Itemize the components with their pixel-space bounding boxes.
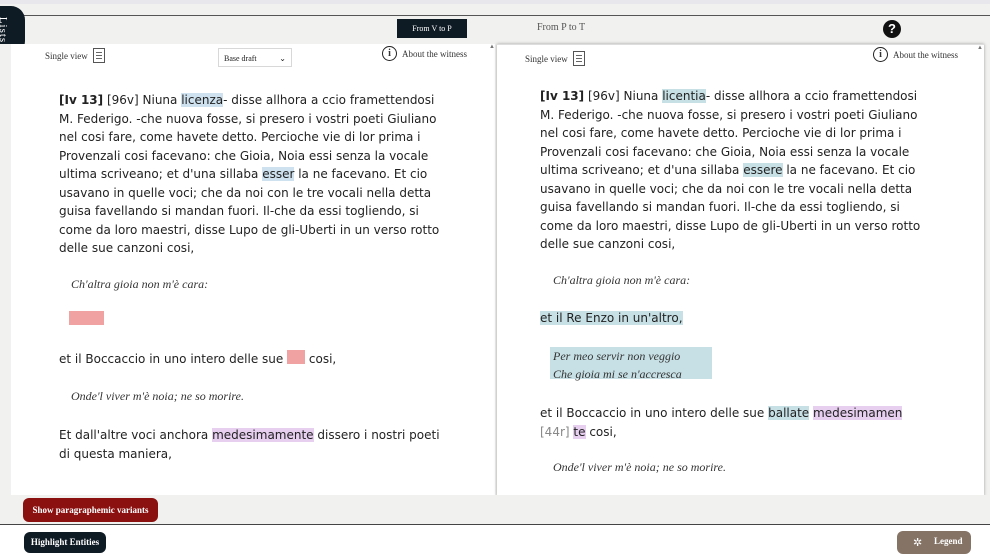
highlight-entities-button[interactable]: Highlight Entities — [24, 532, 106, 553]
variant-highlight[interactable]: medesimamente — [212, 428, 314, 442]
footer-bar — [0, 524, 990, 558]
right-witness-panel: ▲ Single view i About the witness [Iv 13… — [497, 44, 984, 496]
variant-highlight[interactable]: te — [573, 424, 586, 439]
info-icon: i — [382, 46, 397, 61]
variant-highlight[interactable]: esser — [262, 167, 295, 181]
addition-highlight[interactable]: et il Re Enzo in un'altro, — [540, 311, 683, 325]
legend-icon: ✲ — [913, 536, 923, 549]
right-gutter — [984, 44, 990, 495]
right-view-bar: Single view i About the witness — [497, 47, 984, 69]
about-witness-button[interactable]: i About the witness — [873, 47, 958, 62]
tab-from-p-to-t[interactable]: From P to T — [537, 22, 585, 33]
variant-highlight[interactable]: ballate — [768, 406, 810, 420]
paragraph: et il Boccaccio in uno intero delle sue … — [59, 350, 451, 369]
verse-line: Ch'altra gioia non m'è cara: — [553, 273, 691, 287]
added-verse-block[interactable]: Per meo servir non veggio Che gioia mi s… — [550, 347, 712, 381]
chapter-ref: [Iv 13] — [59, 93, 104, 107]
document-icon — [572, 51, 585, 66]
left-text-block: [Iv 13] [96v] Niuna licenza- disse allho… — [59, 91, 451, 258]
about-witness-label: About the witness — [402, 48, 467, 59]
text-span: et il Boccaccio in uno intero delle sue — [540, 406, 769, 420]
top-toolbar — [0, 4, 990, 44]
left-gutter — [0, 44, 11, 495]
paragraph: [Iv 13] [96v] Niuna licentia- disse allh… — [540, 87, 930, 254]
folio-ref: [44r] — [540, 424, 570, 439]
text-span: et il Boccaccio in uno intero delle sue — [59, 352, 288, 366]
verse-line: Onde'l viver m'è noia; ne so morire. — [71, 389, 244, 403]
left-witness-panel: ▲ Single view Base draft ⌄ i About the w… — [11, 44, 495, 495]
about-witness-button[interactable]: i About the witness — [382, 46, 467, 61]
left-view-bar: Single view Base draft ⌄ i About the wit… — [11, 46, 495, 68]
toolbar-divider — [0, 15, 990, 16]
draft-select-value: Base draft — [224, 54, 257, 63]
omission-marker[interactable] — [69, 311, 104, 325]
verse-line: Ch'altra gioia non m'è cara: — [71, 277, 209, 291]
document-icon — [92, 48, 105, 63]
legend-label: Legend — [934, 536, 963, 546]
text-span: [96v] Niuna — [103, 93, 182, 107]
variant-highlight[interactable]: licentia — [662, 89, 706, 103]
text-span: cosi, — [305, 352, 337, 366]
chevron-down-icon: ⌄ — [279, 54, 286, 63]
text-span: cosi, — [585, 424, 617, 439]
verse-line: Che gioia mi se n'accresca — [553, 367, 682, 381]
text-span: [96v] Niuna — [584, 89, 663, 103]
variant-highlight[interactable]: medesimamen — [813, 406, 903, 420]
show-paragraphemic-variants-button[interactable]: Show paragraphemic variants — [23, 498, 158, 522]
chapter-ref: [Iv 13] — [540, 89, 585, 103]
single-view-button[interactable]: Single view — [45, 48, 105, 63]
text-span: Et dall'altre voci anchora — [59, 428, 213, 442]
help-button[interactable]: ? — [883, 20, 901, 38]
variant-highlight[interactable]: licenza — [181, 93, 224, 107]
single-view-label: Single view — [525, 53, 568, 64]
single-view-button[interactable]: Single view — [525, 51, 585, 66]
variant-highlight[interactable]: essere — [743, 163, 783, 177]
legend-button[interactable]: ✲ Legend — [897, 531, 971, 554]
about-witness-label: About the witness — [893, 49, 958, 60]
single-view-label: Single view — [45, 50, 88, 61]
right-text-block: [Iv 13] [96v] Niuna licentia- disse allh… — [540, 87, 930, 254]
paragraph: [Iv 13] [96v] Niuna licenza- disse allho… — [59, 91, 451, 258]
omission-marker[interactable] — [287, 350, 306, 364]
paragraph: et il Re Enzo in un'altro, — [540, 309, 930, 328]
lists-label: Lists — [0, 16, 10, 44]
draft-select[interactable]: Base draft ⌄ — [218, 48, 292, 67]
paragraph: et il Boccaccio in uno intero delle sue … — [540, 404, 930, 441]
verse-line: Onde'l viver m'è noia; ne so morire. — [553, 460, 726, 474]
paragraph: Et dall'altre voci anchora medesimamente… — [59, 426, 451, 463]
info-icon: i — [873, 47, 888, 62]
tab-from-v-to-p[interactable]: From V to P — [397, 19, 467, 38]
verse-line: Per meo servir non veggio — [553, 349, 681, 363]
